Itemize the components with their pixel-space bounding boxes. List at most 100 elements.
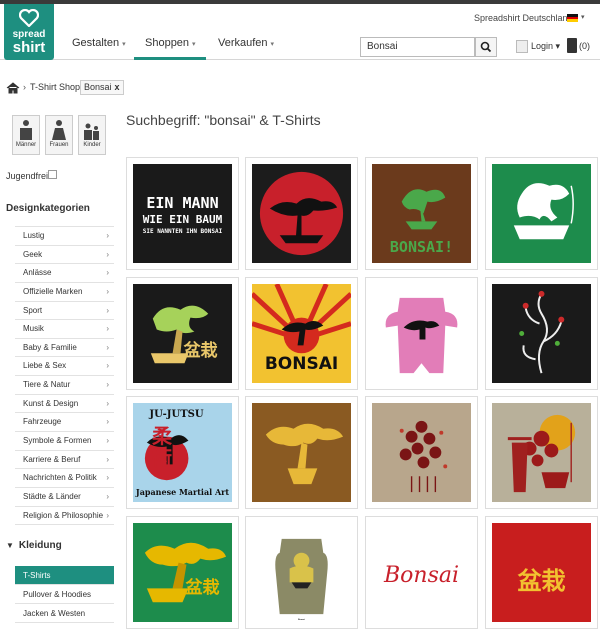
product-artwork — [150, 305, 209, 364]
chevron-right-icon: › — [106, 510, 109, 520]
user-avatar-icon[interactable] — [516, 40, 528, 53]
product-design-text: SIE NANNTEN IHN BONSAI — [142, 228, 223, 235]
sidebar-item-label: Liebe & Sex — [23, 361, 67, 371]
product-tile[interactable]: 盆栽 — [485, 516, 598, 629]
sidebar-item-category[interactable]: Städte & Länder › — [15, 488, 114, 507]
product-tile[interactable]: BONSAI — [245, 277, 358, 390]
product-image — [492, 403, 591, 502]
sidebar-item-label: Karriere & Beruf — [23, 454, 81, 464]
clothing-item[interactable]: Jacken & Westen — [15, 604, 114, 623]
sidebar-item-category[interactable]: Anlässe › — [15, 264, 114, 283]
clothing-heading[interactable]: ▼ Kleidung — [6, 540, 62, 551]
product-image — [252, 403, 351, 502]
sidebar-item-category[interactable]: Kunst & Design › — [15, 395, 114, 414]
product-tile[interactable]: 盆栽 — [126, 516, 239, 629]
remove-tag-button[interactable]: x — [115, 82, 120, 92]
chevron-down-icon: ▾ — [192, 41, 196, 48]
nav-shoppen[interactable]: Shoppen ▾ — [134, 30, 206, 60]
product-tile[interactable] — [245, 396, 358, 509]
chevron-down-icon[interactable]: ▾ — [581, 13, 585, 21]
chevron-right-icon: › — [106, 361, 109, 371]
sidebar-item-category[interactable]: Musik › — [15, 320, 114, 339]
product-artwork — [265, 423, 344, 485]
sidebar-item-category[interactable]: Religion & Philosophie › — [15, 507, 114, 526]
search-input[interactable]: Bonsai — [360, 37, 475, 57]
design-categories-heading: Designkategorien — [6, 203, 90, 214]
sidebar-item-category[interactable]: Offizielle Marken › — [15, 283, 114, 302]
product-tile[interactable] — [365, 277, 478, 390]
sidebar-item-label: Kunst & Design — [23, 398, 79, 408]
login-menu[interactable]: Login ▾ — [531, 41, 560, 52]
nav-verkaufen[interactable]: Verkaufen ▾ — [218, 30, 274, 60]
country-selector[interactable]: Spreadshirt Deutschland — [474, 13, 573, 23]
filter-women-label: Frauen — [49, 142, 69, 148]
cart-count[interactable]: (0) — [579, 41, 590, 51]
chevron-down-icon: ▾ — [122, 41, 126, 48]
product-tile[interactable] — [365, 396, 478, 509]
chevron-right-icon: › — [106, 342, 109, 352]
cart-icon[interactable] — [567, 38, 577, 53]
sidebar-item-label: Städte & Länder — [23, 491, 81, 501]
filter-women[interactable]: Frauen — [45, 115, 73, 155]
product-artwork — [385, 297, 458, 374]
heart-logo-icon — [19, 9, 39, 27]
search-button[interactable] — [475, 37, 497, 57]
product-design-text: 盆栽 — [185, 578, 220, 598]
sidebar-item-label: Sport — [23, 305, 43, 315]
product-artwork — [275, 538, 328, 615]
sidebar-item-category[interactable]: Fahrzeuge › — [15, 413, 114, 433]
logo-line-2: shirt — [12, 39, 46, 56]
product-artwork — [519, 290, 565, 374]
sidebar-item-category[interactable]: Symbole & Formen › — [15, 432, 114, 451]
filter-kids-label: Kinder — [83, 142, 101, 148]
sidebar-item-category[interactable]: Lustig › — [15, 227, 114, 246]
product-design-text: Bonsai — [383, 563, 460, 588]
product-tile[interactable] — [245, 157, 358, 270]
nav-gestalten-label: Gestalten — [72, 37, 120, 49]
sidebar-item-label: Religion & Philosophie — [23, 510, 104, 520]
youth-filter-checkbox[interactable] — [48, 170, 57, 179]
filter-men[interactable]: Männer — [12, 115, 40, 155]
clothing-item[interactable]: Pullover & Hoodies — [15, 585, 114, 604]
sidebar-item-label: Offizielle Marken — [23, 286, 83, 296]
design-category-list: Lustig › Geek › Anlässe › Offizielle Marken › Sp… — [15, 226, 114, 526]
product-artwork — [399, 420, 448, 493]
product-image: 盆栽 — [133, 284, 232, 383]
product-image: BONSAI — [252, 284, 351, 383]
product-design-text: EIN MANN — [146, 194, 219, 212]
product-tile[interactable]: BONSAI! — [365, 157, 478, 270]
man-icon — [20, 120, 32, 140]
sidebar-item-category[interactable]: Geek › — [15, 246, 114, 265]
sidebar-item-category[interactable]: Sport › — [15, 302, 114, 321]
product-tile[interactable] — [485, 157, 598, 270]
german-flag-icon[interactable] — [567, 14, 578, 22]
filter-men-label: Männer — [15, 142, 37, 148]
product-tile[interactable]: 盆栽 — [126, 277, 239, 390]
product-image — [252, 164, 351, 263]
product-tile[interactable]: EIN MANN WIE EIN BAUM SIE NANNTEN IHN BONS… — [126, 157, 239, 270]
product-tile[interactable] — [485, 277, 598, 390]
product-tile[interactable] — [485, 396, 598, 509]
woman-icon — [52, 120, 66, 140]
product-image: JU-JUTSU 柔術 Japanese Martial Art — [133, 403, 232, 502]
product-tile[interactable]: Bonsai — [245, 516, 358, 629]
clothing-item[interactable]: T-Shirts — [15, 566, 114, 585]
home-icon[interactable] — [6, 82, 20, 94]
sidebar-item-category[interactable]: Liebe & Sex › — [15, 357, 114, 377]
chevron-right-icon: › — [106, 417, 109, 427]
nav-gestalten[interactable]: Gestalten ▾ — [72, 30, 126, 60]
sidebar-item-label: Geek — [23, 249, 43, 259]
sidebar-item-category[interactable]: Tiere & Natur › — [15, 376, 114, 395]
sidebar-item-category[interactable]: Karriere & Beruf › — [15, 451, 114, 470]
product-tile[interactable]: Bonsai — [365, 516, 478, 629]
breadcrumb-shop[interactable]: T-Shirt Shop — [30, 82, 80, 92]
product-tile[interactable]: JU-JUTSU 柔術 Japanese Martial Art — [126, 396, 239, 509]
spreadshirt-logo[interactable]: spread shirt — [4, 4, 54, 60]
sidebar-item-label: Tiere & Natur — [23, 380, 71, 390]
product-artwork — [507, 414, 576, 493]
product-design-text: 柔術 — [152, 424, 172, 470]
chevron-right-icon: › — [106, 380, 109, 390]
sidebar-item-category[interactable]: Nachrichten & Politik › — [15, 469, 114, 488]
sidebar-item-category[interactable]: Baby & Familie › — [15, 339, 114, 358]
filter-kids[interactable]: Kinder — [78, 115, 106, 155]
